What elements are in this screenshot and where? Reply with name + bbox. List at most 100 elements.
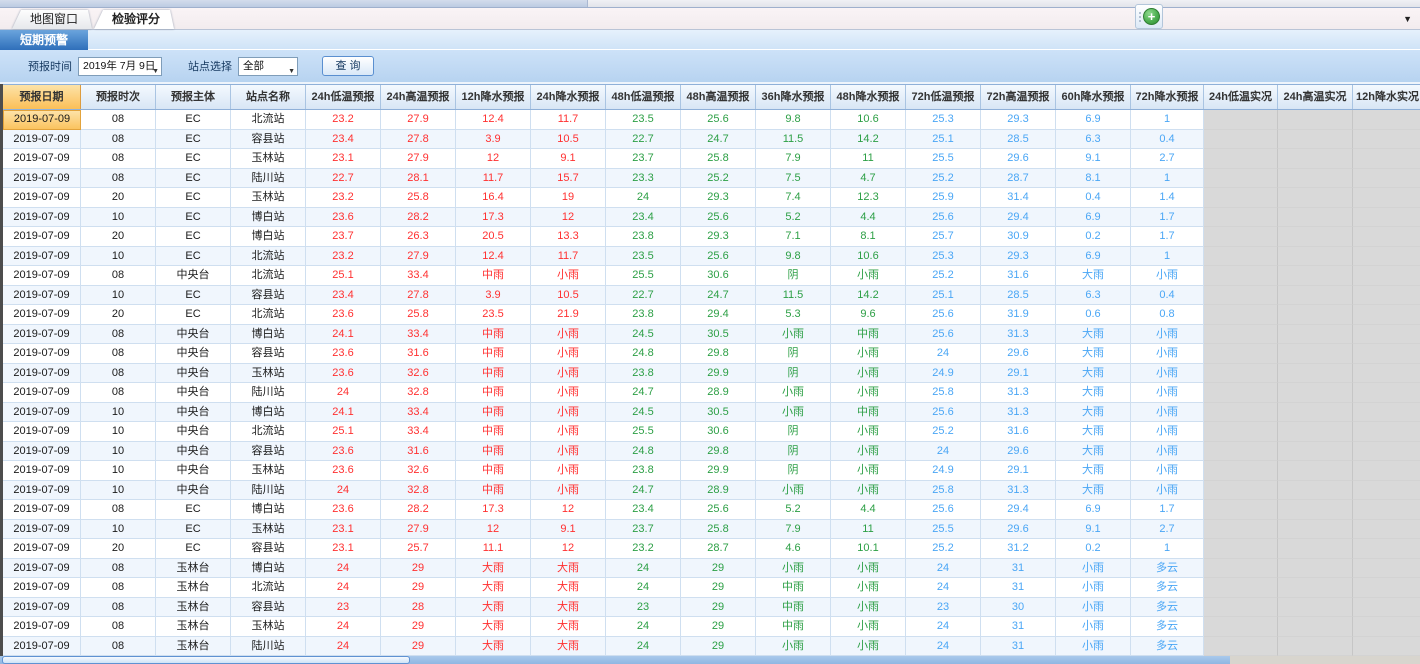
table-cell[interactable]: 28.2 [381, 500, 456, 520]
table-cell[interactable]: 9.1 [1056, 520, 1131, 540]
table-cell[interactable]: 阴 [756, 422, 831, 442]
table-cell[interactable]: 11.7 [531, 247, 606, 267]
table-cell[interactable]: 25.6 [906, 305, 981, 325]
table-cell[interactable]: 25.6 [681, 247, 756, 267]
table-cell[interactable]: 23.5 [606, 110, 681, 130]
table-cell[interactable]: 23.4 [306, 130, 381, 150]
table-cell-empty[interactable] [1204, 637, 1278, 657]
table-cell[interactable]: 中央台 [156, 481, 231, 501]
table-cell[interactable]: 24.7 [606, 383, 681, 403]
table-cell[interactable]: 5.2 [756, 500, 831, 520]
table-cell[interactable]: 25.1 [306, 422, 381, 442]
table-cell[interactable]: 1 [1131, 169, 1204, 189]
tab-verification-score[interactable]: 检验评分 [94, 10, 174, 29]
table-column-header[interactable]: 72h降水预报 [1131, 85, 1204, 109]
table-cell[interactable]: 小雨 [831, 617, 906, 637]
table-cell[interactable]: 中雨 [456, 266, 531, 286]
table-cell[interactable]: 30.5 [681, 325, 756, 345]
table-cell[interactable]: 08 [81, 266, 156, 286]
table-cell[interactable]: 大雨 [531, 559, 606, 579]
table-cell[interactable]: 29.8 [681, 344, 756, 364]
table-column-header[interactable]: 24h低温预报 [306, 85, 381, 109]
table-cell-empty[interactable] [1278, 422, 1353, 442]
table-cell[interactable]: 玉林站 [231, 364, 306, 384]
table-cell[interactable]: EC [156, 208, 231, 228]
table-cell[interactable]: 中雨 [456, 481, 531, 501]
table-cell-empty[interactable] [1204, 442, 1278, 462]
table-cell[interactable]: 13.3 [531, 227, 606, 247]
table-cell[interactable]: 08 [81, 598, 156, 618]
table-cell[interactable]: 23.4 [606, 208, 681, 228]
table-cell[interactable]: 32.6 [381, 364, 456, 384]
table-cell[interactable]: 小雨 [1056, 598, 1131, 618]
table-cell[interactable]: 25.1 [906, 286, 981, 306]
table-cell[interactable]: 22.7 [606, 286, 681, 306]
table-cell-empty[interactable] [1353, 442, 1420, 462]
table-cell[interactable]: 玉林站 [231, 520, 306, 540]
table-cell[interactable]: 25.6 [681, 208, 756, 228]
table-cell[interactable]: 大雨 [1056, 364, 1131, 384]
add-tab-button[interactable]: + [1135, 4, 1163, 29]
table-cell[interactable]: 31.4 [981, 188, 1056, 208]
table-cell[interactable]: 1 [1131, 247, 1204, 267]
table-cell[interactable]: 大雨 [1056, 344, 1131, 364]
table-cell[interactable]: 0.4 [1131, 286, 1204, 306]
table-cell[interactable]: 23.6 [306, 344, 381, 364]
table-cell[interactable]: 23.8 [606, 227, 681, 247]
table-cell[interactable]: 10 [81, 247, 156, 267]
table-cell[interactable]: 24.9 [906, 461, 981, 481]
table-cell[interactable]: 8.1 [1056, 169, 1131, 189]
tab-short-term-warning[interactable]: 短期预警 [0, 30, 88, 50]
station-select[interactable]: 全部 ▼ [238, 57, 298, 76]
table-cell-empty[interactable] [1353, 578, 1420, 598]
table-cell[interactable]: 多云 [1131, 637, 1204, 657]
table-cell[interactable]: 25.3 [906, 247, 981, 267]
table-cell[interactable]: 25.5 [606, 266, 681, 286]
table-cell[interactable]: 小雨 [531, 422, 606, 442]
table-cell[interactable]: 博白站 [231, 559, 306, 579]
table-cell[interactable]: 小雨 [531, 442, 606, 462]
table-cell[interactable]: 25.6 [906, 403, 981, 423]
table-cell[interactable]: 2019-07-09 [3, 578, 81, 598]
table-cell-empty[interactable] [1278, 266, 1353, 286]
table-cell[interactable]: 26.3 [381, 227, 456, 247]
table-cell[interactable]: 小雨 [1131, 325, 1204, 345]
table-cell[interactable]: 2019-07-09 [3, 617, 81, 637]
table-cell[interactable]: 2019-07-09 [3, 344, 81, 364]
table-cell[interactable]: 2019-07-09 [3, 383, 81, 403]
table-cell[interactable]: 9.1 [531, 149, 606, 169]
table-cell-empty[interactable] [1353, 500, 1420, 520]
table-cell-empty[interactable] [1204, 481, 1278, 501]
table-cell[interactable]: 小雨 [531, 266, 606, 286]
table-cell[interactable]: 33.4 [381, 266, 456, 286]
table-cell[interactable]: 2019-07-09 [3, 266, 81, 286]
table-cell[interactable]: 6.9 [1056, 208, 1131, 228]
table-cell-empty[interactable] [1204, 364, 1278, 384]
table-cell[interactable]: 23.4 [606, 500, 681, 520]
table-cell[interactable]: 12 [531, 208, 606, 228]
table-cell[interactable]: 小雨 [831, 266, 906, 286]
table-cell[interactable]: 2019-07-09 [3, 227, 81, 247]
table-cell[interactable]: 多云 [1131, 578, 1204, 598]
table-cell[interactable]: 08 [81, 364, 156, 384]
table-cell[interactable]: 2019-07-09 [3, 325, 81, 345]
table-cell[interactable]: 08 [81, 110, 156, 130]
table-cell-empty[interactable] [1204, 520, 1278, 540]
table-cell[interactable]: 23.6 [306, 364, 381, 384]
table-cell[interactable]: 中央台 [156, 403, 231, 423]
table-cell-empty[interactable] [1204, 500, 1278, 520]
table-cell-empty[interactable] [1278, 383, 1353, 403]
table-cell[interactable]: 25.9 [906, 188, 981, 208]
table-cell[interactable]: 博白站 [231, 227, 306, 247]
table-cell[interactable]: 28.9 [681, 383, 756, 403]
table-cell[interactable]: 28.5 [981, 130, 1056, 150]
table-cell[interactable]: 9.8 [756, 110, 831, 130]
table-cell[interactable]: 20 [81, 227, 156, 247]
table-column-header[interactable]: 24h高温预报 [381, 85, 456, 109]
table-cell[interactable]: 08 [81, 637, 156, 657]
table-cell-empty[interactable] [1204, 110, 1278, 130]
table-cell[interactable]: 小雨 [531, 481, 606, 501]
table-cell-empty[interactable] [1278, 344, 1353, 364]
table-cell[interactable]: 2019-07-09 [3, 188, 81, 208]
table-cell[interactable]: 31 [981, 637, 1056, 657]
